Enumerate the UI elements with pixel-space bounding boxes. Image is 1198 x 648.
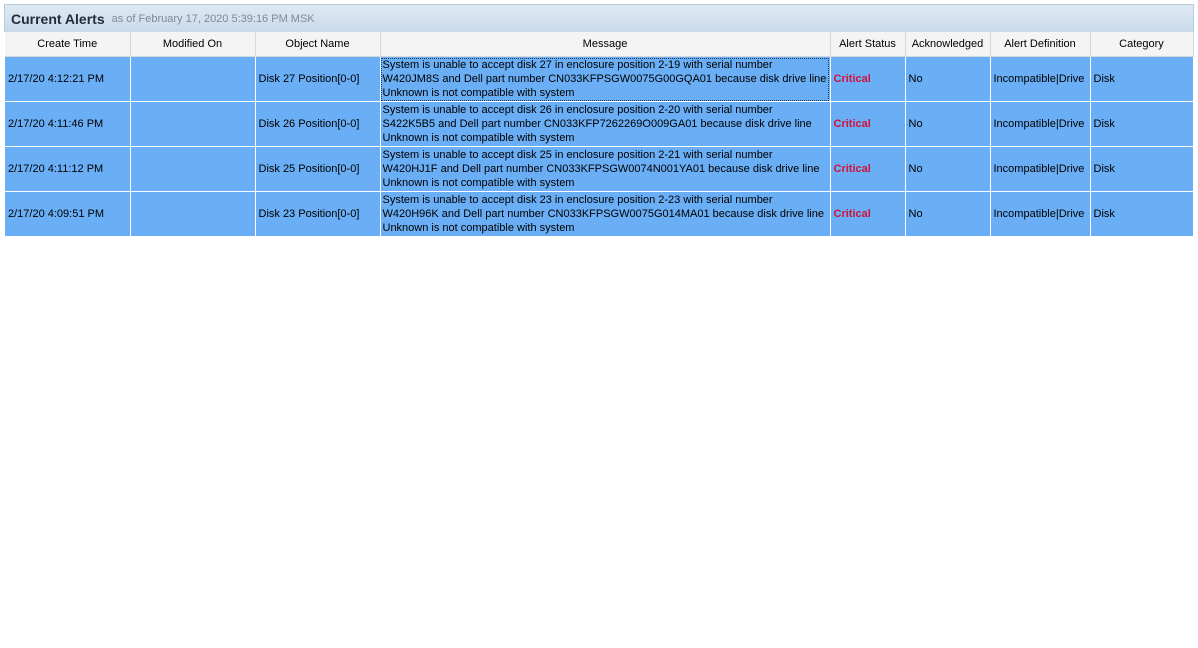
cell-alert-status: Critical [830,191,906,237]
cell-modified-on [130,56,256,102]
current-alerts-panel: Current Alerts as of February 17, 2020 5… [4,4,1194,237]
cell-category: Disk [1090,146,1194,192]
panel-title: Current Alerts [11,10,105,27]
cell-alert-status: Critical [830,101,906,147]
table-row[interactable]: 2/17/20 4:12:21 PM Disk 27 Position[0-0]… [5,56,1194,102]
cell-create-time: 2/17/20 4:11:46 PM [5,101,131,147]
cell-message: System is unable to accept disk 27 in en… [380,56,831,102]
panel-title-bar: Current Alerts as of February 17, 2020 5… [4,4,1194,32]
column-header-category[interactable]: Category [1090,32,1194,57]
cell-object-name: Disk 25 Position[0-0] [255,146,381,192]
cell-acknowledged: No [905,56,991,102]
cell-alert-status: Critical [830,56,906,102]
column-header-modified-on[interactable]: Modified On [130,32,256,57]
table-row[interactable]: 2/17/20 4:11:12 PM Disk 25 Position[0-0]… [5,146,1194,192]
cell-message: System is unable to accept disk 26 in en… [380,101,831,147]
table-row[interactable]: 2/17/20 4:11:46 PM Disk 26 Position[0-0]… [5,101,1194,147]
cell-alert-status: Critical [830,146,906,192]
column-header-acknowledged[interactable]: Acknowledged [905,32,991,57]
column-header-create-time[interactable]: Create Time [5,32,131,57]
cell-acknowledged: No [905,101,991,147]
column-header-alert-status[interactable]: Alert Status [830,32,906,57]
cell-object-name: Disk 27 Position[0-0] [255,56,381,102]
cell-modified-on [130,191,256,237]
cell-category: Disk [1090,101,1194,147]
column-header-object-name[interactable]: Object Name [255,32,381,57]
cell-object-name: Disk 23 Position[0-0] [255,191,381,237]
alerts-table: Create Time Modified On Object Name Mess… [5,32,1194,237]
cell-message: System is unable to accept disk 25 in en… [380,146,831,192]
cell-acknowledged: No [905,146,991,192]
cell-acknowledged: No [905,191,991,237]
cell-modified-on [130,101,256,147]
cell-alert-definition: Incompatible|Drive [990,56,1091,102]
cell-category: Disk [1090,191,1194,237]
cell-create-time: 2/17/20 4:09:51 PM [5,191,131,237]
cell-modified-on [130,146,256,192]
cell-object-name: Disk 26 Position[0-0] [255,101,381,147]
cell-alert-definition: Incompatible|Drive [990,101,1091,147]
cell-alert-definition: Incompatible|Drive [990,191,1091,237]
table-header-row: Create Time Modified On Object Name Mess… [5,32,1194,57]
column-header-alert-definition[interactable]: Alert Definition [990,32,1091,57]
cell-create-time: 2/17/20 4:11:12 PM [5,146,131,192]
table-row[interactable]: 2/17/20 4:09:51 PM Disk 23 Position[0-0]… [5,191,1194,237]
cell-category: Disk [1090,56,1194,102]
column-header-message[interactable]: Message [380,32,831,57]
cell-create-time: 2/17/20 4:12:21 PM [5,56,131,102]
as-of-timestamp: as of February 17, 2020 5:39:16 PM MSK [111,13,315,25]
cell-alert-definition: Incompatible|Drive [990,146,1091,192]
cell-message: System is unable to accept disk 23 in en… [380,191,831,237]
